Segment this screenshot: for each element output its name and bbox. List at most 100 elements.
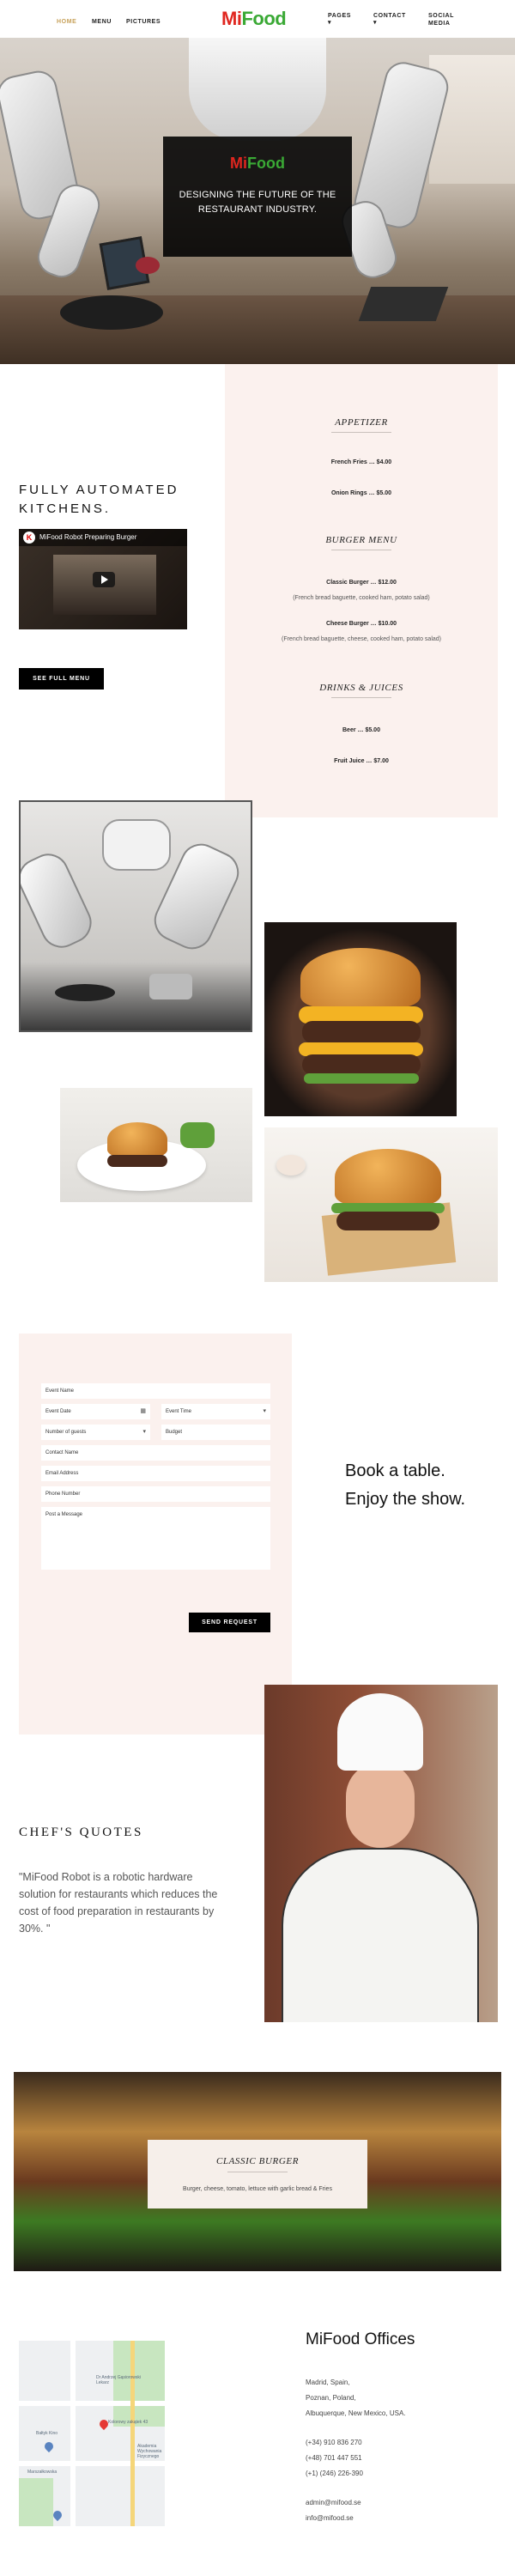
map-road — [19, 2461, 165, 2466]
nav-pages[interactable]: PAGES ▾ — [328, 12, 354, 27]
event-time-placeholder: Event Time — [166, 1409, 192, 1414]
event-date-field[interactable]: Event Date ▦ — [41, 1404, 150, 1419]
chef-quote-text: "MiFood Robot is a robotic hardware solu… — [19, 1871, 218, 1935]
event-time-select[interactable]: Event Time ▾ — [161, 1404, 270, 1419]
gallery-image-burger-paper[interactable] — [264, 1127, 498, 1282]
robot-body — [189, 38, 326, 141]
office-phone[interactable]: (+48) 701 447 551 — [306, 2454, 503, 2463]
office-phone[interactable]: (+1) (246) 226-390 — [306, 2470, 503, 2478]
hero-logo: MiFood — [163, 154, 352, 173]
gallery-image-burger-plate[interactable] — [60, 1088, 252, 1202]
menu-item: Onion Rings … $5.00 — [330, 490, 391, 496]
frying-pan — [55, 984, 115, 1001]
sauce-bowl — [276, 1155, 306, 1176]
site-logo[interactable]: MiFood — [221, 8, 287, 30]
guests-select[interactable]: Number of guests ▾ — [41, 1425, 150, 1440]
nav-menu[interactable]: MENU — [92, 18, 112, 26]
chef-quotes-title: CHEF'S QUOTES — [19, 1826, 143, 1839]
logo-mi: Mi — [221, 8, 242, 29]
menu-item: French Fries … $4.00 — [330, 459, 392, 465]
classic-burger-banner: CLASSIC BURGER Burger, cheese, tomato, l… — [14, 2072, 501, 2271]
booking-headline: Book a table. Enjoy the show. — [345, 1457, 500, 1514]
burger-lettuce — [304, 1073, 419, 1084]
map-park — [19, 2478, 53, 2526]
booking-headline-line-1: Book a table. — [345, 1461, 445, 1480]
map-label: Dr Andrzej Gąsiorowski Lekarz — [96, 2375, 141, 2385]
poi-pin-icon[interactable] — [42, 2439, 56, 2453]
chevron-down-icon: ▾ — [328, 20, 332, 26]
office-phone[interactable]: (+34) 910 836 270 — [306, 2439, 503, 2447]
send-request-button[interactable]: SEND REQUEST — [189, 1613, 270, 1632]
nav-home[interactable]: HOME — [57, 18, 76, 26]
play-icon[interactable] — [93, 572, 115, 587]
menu-category-drinks: DRINKS & JUICES — [225, 682, 498, 698]
menu-category-appetizer: APPETIZER — [225, 416, 498, 433]
burger-patty — [136, 257, 160, 274]
office-email[interactable]: admin@mifood.se — [306, 2499, 503, 2507]
gallery-image-cheese-burger[interactable] — [264, 922, 457, 1116]
map-label: Akademia Wychowania Fizycznego — [137, 2444, 162, 2459]
burger-patty — [302, 1054, 421, 1075]
logo-food: Food — [241, 8, 287, 29]
top-navigation: HOME MENU PICTURES MiFood PAGES ▾ CONTAC… — [0, 0, 515, 38]
hero-overlay: MiFood DESIGNING THE FUTURE OF THE RESTA… — [163, 137, 352, 257]
chef-face — [346, 1762, 415, 1848]
map-road — [19, 2401, 165, 2406]
office-address: Poznan, Poland, — [306, 2394, 356, 2402]
calendar-icon[interactable]: ▦ — [140, 1404, 146, 1419]
gallery-image-robot-kitchen[interactable] — [19, 800, 252, 1032]
hero-logo-food: Food — [247, 155, 285, 172]
hero-logo-mi: Mi — [230, 155, 247, 172]
hero-image: MiFood DESIGNING THE FUTURE OF THE RESTA… — [0, 38, 515, 364]
chevron-down-icon: ▾ — [263, 1408, 266, 1414]
message-textarea[interactable]: Post a Message — [41, 1507, 270, 1570]
menu-item: Fruit Juice … $7.00 — [334, 758, 389, 764]
video-player[interactable]: K MiFood Robot Preparing Burger — [19, 529, 187, 629]
event-name-field[interactable]: Event Name — [41, 1383, 270, 1399]
burger-patty — [302, 1021, 421, 1043]
automated-title: FULLY AUTOMATED KITCHENS. — [19, 483, 179, 516]
menu-card: APPETIZER French Fries … $4.00 Onion Rin… — [225, 364, 498, 817]
poi-pin-icon[interactable] — [51, 2508, 64, 2522]
counter-tablet — [358, 287, 449, 321]
robot-arm-left — [21, 847, 99, 955]
banner-description: Burger, cheese, tomato, lettuce with gar… — [183, 2186, 332, 2192]
budget-field[interactable]: Budget — [161, 1425, 270, 1440]
banner-title: CLASSIC BURGER — [148, 2155, 367, 2172]
burger-patty — [107, 1155, 167, 1167]
chef-coat — [282, 1848, 479, 2022]
map-label: Kolorowy zakątek 43 — [108, 2420, 148, 2425]
robot-head — [102, 819, 171, 871]
nav-contact[interactable]: CONTACT ▾ — [373, 12, 408, 27]
office-email[interactable]: info@mifood.se — [306, 2514, 503, 2523]
see-full-menu-button[interactable]: SEE FULL MENU — [19, 668, 104, 690]
booking-headline-line-2: Enjoy the show. — [345, 1490, 466, 1509]
burger-bun — [335, 1149, 441, 1206]
contact-name-field[interactable]: Contact Name — [41, 1445, 270, 1461]
offices-title: MiFood Offices — [306, 2330, 415, 2348]
office-address: Albuquerque, New Mexico, USA. — [306, 2409, 406, 2417]
office-map[interactable]: Dr Andrzej Gąsiorowski Lekarz Bałtyk Kin… — [19, 2341, 165, 2526]
banner-card: CLASSIC BURGER Burger, cheese, tomato, l… — [148, 2140, 367, 2208]
chef-hat — [337, 1693, 423, 1771]
nav-pictures[interactable]: PICTURES — [126, 18, 161, 26]
nav-contact-label: CONTACT — [373, 13, 406, 19]
chevron-down-icon: ▾ — [373, 20, 378, 26]
event-date-placeholder: Event Date — [45, 1409, 71, 1414]
side-salad — [180, 1122, 215, 1148]
menu-item: Beer … $5.00 — [342, 727, 380, 733]
chevron-down-icon: ▾ — [142, 1429, 146, 1435]
nav-social-media[interactable]: SOCIAL MEDIA — [428, 12, 459, 27]
menu-category-burger: BURGER MENU — [225, 534, 498, 550]
channel-icon: K — [23, 532, 35, 544]
email-field[interactable]: Email Address — [41, 1466, 270, 1481]
video-title[interactable]: MiFood Robot Preparing Burger — [39, 533, 136, 542]
menu-item-description: (French bread baguette, cooked ham, pota… — [293, 595, 430, 601]
burger-patty — [336, 1212, 439, 1230]
guests-placeholder: Number of guests — [45, 1430, 87, 1435]
burger-bun — [107, 1122, 167, 1157]
video-header: K MiFood Robot Preparing Burger — [19, 529, 187, 546]
map-label: Marszałkowska — [27, 2470, 58, 2475]
phone-field[interactable]: Phone Number — [41, 1486, 270, 1502]
menu-item: Classic Burger … $12.00 — [326, 580, 397, 586]
